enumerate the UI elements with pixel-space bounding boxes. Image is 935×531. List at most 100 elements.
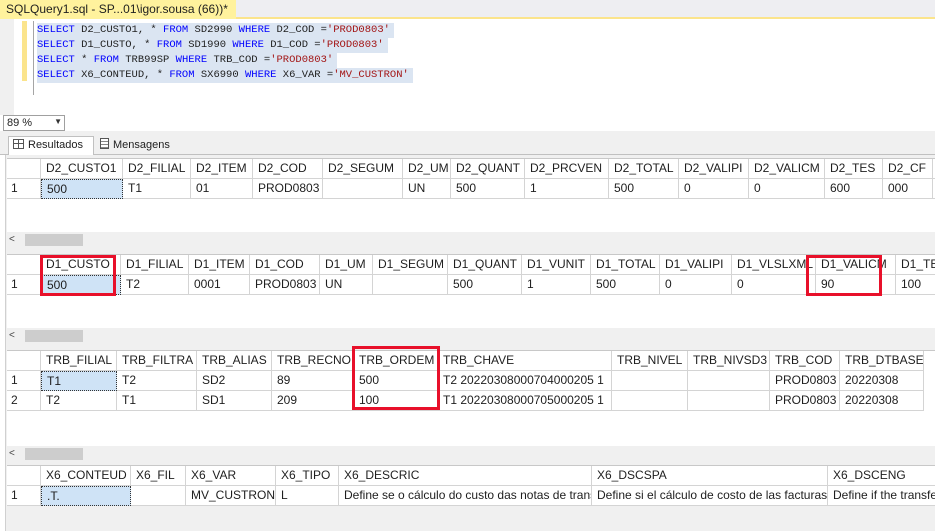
table-cell[interactable] xyxy=(373,275,448,295)
column-header[interactable]: TRB_ALIAS xyxy=(197,351,272,371)
column-header[interactable]: D2_COD xyxy=(253,159,323,179)
table-cell[interactable]: MV_CUSTRON xyxy=(186,486,276,506)
result-grid[interactable]: X6_CONTEUD X6_FIL X6_VAR X6_TIPO X6_DESCRIC X… xyxy=(7,465,935,506)
table-cell[interactable]: T1 20220308000705000205 1 xyxy=(438,391,612,411)
table-cell[interactable]: PROD0803 xyxy=(250,275,320,295)
table-cell[interactable]: 20220308 xyxy=(840,371,924,391)
table-cell[interactable]: T2 xyxy=(121,275,189,295)
table-cell[interactable]: T1 xyxy=(123,179,191,199)
column-header[interactable]: TRB_NIVEL xyxy=(612,351,688,371)
column-header[interactable]: D2_VALIPI xyxy=(679,159,749,179)
result-grid[interactable]: D1_CUSTO D1_FILIAL D1_ITEM D1_COD D1_UM D1_SE… xyxy=(7,254,935,334)
table-cell[interactable] xyxy=(131,486,186,506)
table-cell[interactable]: SD1 xyxy=(197,391,272,411)
chevron-left-icon[interactable]: < xyxy=(9,234,15,245)
table-cell[interactable] xyxy=(688,371,770,391)
document-tab[interactable]: SQLQuery1.sql - SP...01\igor.sousa (66))… xyxy=(0,0,236,19)
column-header[interactable]: D1_QUANT xyxy=(448,255,522,275)
column-header[interactable]: D2_FILIAL xyxy=(123,159,191,179)
column-header[interactable]: D1_UM xyxy=(320,255,373,275)
column-header[interactable]: D1_TOTAL xyxy=(591,255,660,275)
column-header[interactable]: X6_TIPO xyxy=(276,466,339,486)
table-cell[interactable]: Define se o cálculo do custo das notas d… xyxy=(339,486,592,506)
table-cell[interactable]: 500 xyxy=(41,179,123,199)
table-cell[interactable]: 000 xyxy=(883,179,933,199)
column-header[interactable]: D1_COD xyxy=(250,255,320,275)
table-row[interactable]: 2 T2 T1 SD1 209 100 T1 20220308000705000205 1P… xyxy=(7,391,935,411)
table-cell[interactable]: 100 xyxy=(896,275,935,295)
table-cell[interactable]: SD2 xyxy=(197,371,272,391)
table-cell[interactable]: Define if the transfer no xyxy=(828,486,935,506)
table-cell[interactable]: T1 xyxy=(41,371,117,391)
table-cell[interactable]: 500 xyxy=(609,179,679,199)
table-row[interactable]: 1500T101PROD0803UN5001500006000000 xyxy=(7,179,935,199)
grid-corner[interactable] xyxy=(7,466,41,486)
column-header[interactable]: TRB_CHAVE xyxy=(438,351,612,371)
table-cell[interactable] xyxy=(323,179,403,199)
table-cell[interactable]: 0 xyxy=(660,275,732,295)
column-header[interactable]: TRB_RECNO xyxy=(272,351,354,371)
column-header[interactable]: TRB_NIVSD3 xyxy=(688,351,770,371)
column-header[interactable]: D1_ITEM xyxy=(189,255,250,275)
column-header[interactable]: X6_VAR xyxy=(186,466,276,486)
table-cell[interactable]: Define si el cálculo de costo de las fac… xyxy=(592,486,828,506)
column-header[interactable]: D1_VLSLXML xyxy=(732,255,816,275)
grid-corner[interactable] xyxy=(7,159,41,179)
code-line[interactable]: SELECT D2_CUSTO1, * FROM SD2990 WHERE D2… xyxy=(37,23,394,38)
code-line[interactable]: SELECT * FROM TRB99SP WHERE TRB_COD ='PR… xyxy=(37,53,338,68)
column-header[interactable]: TRB_FILTRA xyxy=(117,351,197,371)
table-cell[interactable]: 89 xyxy=(272,371,354,391)
table-cell[interactable]: 209 xyxy=(272,391,354,411)
scroll-thumb[interactable] xyxy=(25,234,83,246)
table-cell[interactable]: PROD0803 xyxy=(253,179,323,199)
code-line[interactable]: SELECT D1_CUSTO, * FROM SD1990 WHERE D1_… xyxy=(37,38,388,53)
sql-editor[interactable]: SELECT D2_CUSTO1, * FROM SD2990 WHERE D2… xyxy=(0,19,935,115)
scroll-thumb[interactable] xyxy=(25,330,83,342)
column-header[interactable]: D2_PRCVEN xyxy=(525,159,609,179)
chevron-down-icon[interactable]: ▼ xyxy=(54,117,62,126)
column-header[interactable]: D2_UM xyxy=(403,159,451,179)
table-cell[interactable]: 500 xyxy=(448,275,522,295)
table-cell[interactable]: 1 xyxy=(522,275,591,295)
zoom-select[interactable]: 89 % ▼ xyxy=(3,115,65,131)
column-header[interactable]: D2_SEGUM xyxy=(323,159,403,179)
result-grid[interactable]: D2_CUSTO1 D2_FILIAL D2_ITEM D2_COD D2_SEGUM D… xyxy=(7,158,935,238)
table-row[interactable]: 1 .T. MV_CUSTRON L Define se o cálculo do cu… xyxy=(7,486,935,506)
table-cell[interactable]: 0001 xyxy=(189,275,250,295)
column-header[interactable]: X6_DSCENG xyxy=(828,466,935,486)
column-header[interactable]: TRB_DTBASE xyxy=(840,351,924,371)
table-cell[interactable]: T1 xyxy=(117,391,197,411)
table-cell[interactable]: 1 xyxy=(525,179,609,199)
result-grid[interactable]: TRB_FILIAL TRB_FILTRA TRB_ALIAS TRB_RECNO TR… xyxy=(7,350,935,450)
table-cell[interactable]: 500 xyxy=(451,179,525,199)
column-header[interactable]: D2_TOTAL xyxy=(609,159,679,179)
column-header[interactable]: D1_FILIAL xyxy=(121,255,189,275)
grid-corner[interactable] xyxy=(7,351,41,371)
scroll-thumb[interactable] xyxy=(25,448,83,460)
table-cell[interactable]: PROD0803 xyxy=(770,371,840,391)
table-cell[interactable]: T2 xyxy=(117,371,197,391)
column-header[interactable]: X6_FIL xyxy=(131,466,186,486)
horizontal-scrollbar[interactable]: < xyxy=(7,232,935,248)
column-header[interactable]: X6_DESCRIC xyxy=(339,466,592,486)
table-cell[interactable]: 20220308 xyxy=(840,391,924,411)
table-cell[interactable]: PROD0803 xyxy=(770,391,840,411)
horizontal-scrollbar[interactable]: < xyxy=(7,328,935,344)
column-header[interactable]: D1_TES xyxy=(896,255,935,275)
column-header[interactable]: D2_TES xyxy=(825,159,883,179)
column-header[interactable]: X6_DSCSPA xyxy=(592,466,828,486)
column-header[interactable]: TRB_COD xyxy=(770,351,840,371)
column-header[interactable]: X6_CONTEUD xyxy=(41,466,131,486)
chevron-left-icon[interactable]: < xyxy=(9,330,15,341)
table-cell[interactable] xyxy=(688,391,770,411)
column-header[interactable]: D1_VUNIT xyxy=(522,255,591,275)
table-cell[interactable]: UN xyxy=(320,275,373,295)
column-header[interactable]: D2_ITEM xyxy=(191,159,253,179)
chevron-left-icon[interactable]: < xyxy=(9,448,15,459)
horizontal-scrollbar[interactable]: < xyxy=(7,446,935,462)
table-cell[interactable]: L xyxy=(276,486,339,506)
table-cell[interactable]: T2 20220308000704000205 1 xyxy=(438,371,612,391)
column-header[interactable]: D2_CUSTO1 xyxy=(41,159,123,179)
table-cell[interactable]: 600 xyxy=(825,179,883,199)
column-header[interactable]: D2_VALICM xyxy=(749,159,825,179)
